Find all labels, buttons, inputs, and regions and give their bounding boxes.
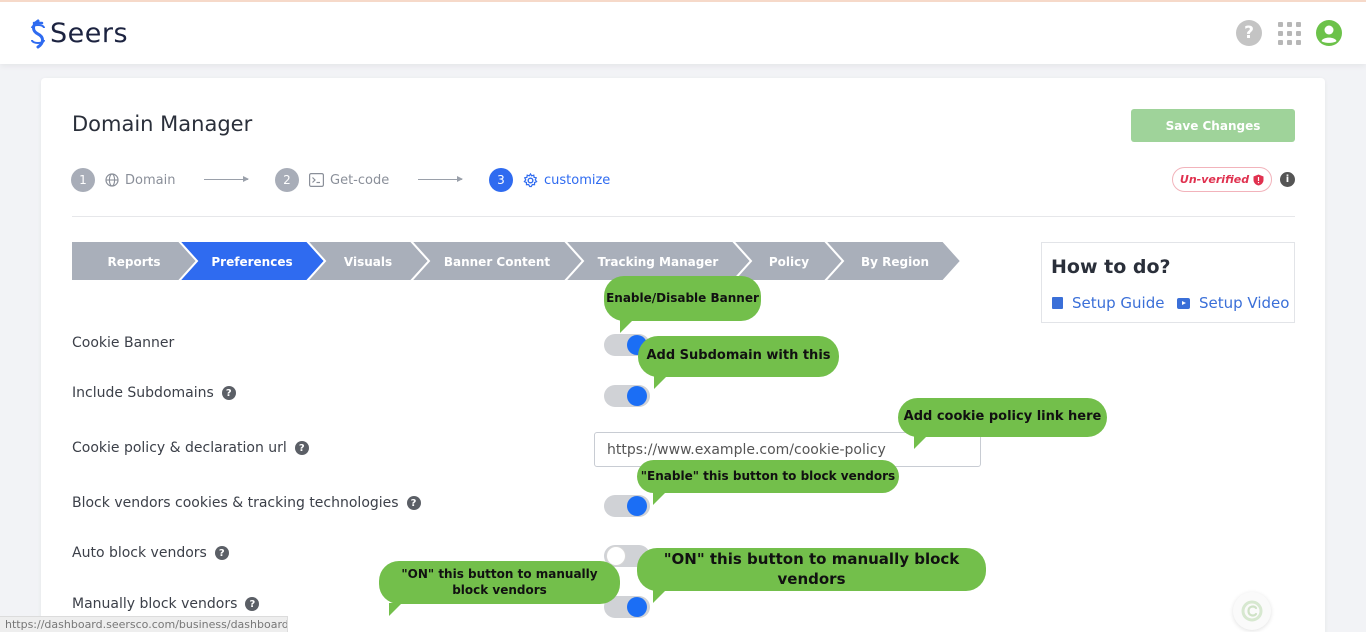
callout-manual-small: "ON" this button to manually block vendo… <box>379 561 620 616</box>
toggle-knob <box>627 386 647 406</box>
tab-tracking-manager[interactable]: Tracking Manager <box>563 241 753 281</box>
cookie-policy-label: Cookie policy & declaration url <box>72 440 287 456</box>
tab-banner-content[interactable]: Banner Content <box>409 241 585 281</box>
verification-status-badge[interactable]: Un-verified <box>1172 167 1272 192</box>
callout-subdomain: Add Subdomain with this <box>638 336 839 389</box>
question-icon[interactable]: ? <box>245 597 260 611</box>
setup-video-label: Setup Video <box>1199 294 1290 312</box>
callout-policy-link: Add cookie policy link here <box>898 398 1107 449</box>
tab-label: Preferences <box>211 255 292 269</box>
step-number: 2 <box>275 168 299 192</box>
callout-enable-block: "Enable" this button to block vendors <box>637 460 899 505</box>
seers-logo[interactable]: Seers <box>28 18 128 49</box>
save-changes-button[interactable]: Save Changes <box>1131 109 1295 142</box>
setup-guide-link[interactable]: Setup Guide <box>1052 294 1164 312</box>
manual-block-row: Manually block vendors ? <box>72 596 260 612</box>
consent-widget-icon[interactable] <box>1233 592 1271 630</box>
block-vendors-label: Block vendors cookies & tracking technol… <box>72 495 399 511</box>
setup-video-link[interactable]: Setup Video <box>1177 294 1289 312</box>
how-to-title: How to do? <box>1051 256 1171 278</box>
browser-status-url: https://dashboard.seersco.com/business/d… <box>0 616 288 632</box>
setup-guide-label: Setup Guide <box>1072 294 1165 312</box>
how-to-panel: How to do? Setup Guide Setup Video <box>1041 242 1295 323</box>
include-subdomains-label: Include Subdomains <box>72 385 214 401</box>
cookie-banner-label: Cookie Banner <box>72 335 175 351</box>
question-icon[interactable]: ? <box>406 496 421 510</box>
step-get-code[interactable]: 2 Get-code <box>275 168 389 192</box>
step-label: Domain <box>125 172 176 188</box>
tab-label: Banner Content <box>444 255 551 269</box>
step-customize[interactable]: 3 customize <box>489 168 610 192</box>
tab-visuals[interactable]: Visuals <box>305 241 431 281</box>
cookie-policy-row: Cookie policy & declaration url ? <box>72 440 309 456</box>
shield-alert-icon <box>1253 174 1264 185</box>
include-subdomains-toggle[interactable] <box>604 385 650 407</box>
apps-grid-icon[interactable] <box>1277 21 1301 45</box>
status-label: Un-verified <box>1179 173 1250 186</box>
user-icon[interactable] <box>1316 20 1342 46</box>
help-icon[interactable]: ? <box>1236 20 1262 46</box>
seers-logo-icon <box>31 19 45 48</box>
tab-label: Tracking Manager <box>598 255 719 269</box>
gear-icon <box>523 172 538 188</box>
question-icon[interactable]: ? <box>221 386 236 400</box>
question-icon[interactable]: ? <box>214 546 229 560</box>
step-label: customize <box>544 172 611 188</box>
step-label: Get-code <box>330 172 390 188</box>
logo-text: Seers <box>50 18 129 49</box>
tab-by-region[interactable]: By Region <box>823 241 963 281</box>
cookie-banner-row: Cookie Banner <box>72 335 174 351</box>
info-icon[interactable]: i <box>1280 172 1295 187</box>
tab-label: Policy <box>769 255 809 269</box>
globe-icon <box>105 173 119 187</box>
tab-label: Visuals <box>344 255 392 269</box>
manual-block-label: Manually block vendors <box>72 596 238 612</box>
top-bar: Seers ? <box>0 0 1366 64</box>
tab-label: Reports <box>107 255 160 269</box>
section-divider <box>72 216 1295 217</box>
step-arrow <box>418 176 463 182</box>
tab-reports[interactable]: Reports <box>71 241 199 281</box>
auto-block-row: Auto block vendors ? <box>72 545 229 561</box>
step-arrow <box>204 176 249 182</box>
tab-label: By Region <box>861 255 929 269</box>
page-title: Domain Manager <box>72 112 253 136</box>
terminal-icon <box>309 173 324 187</box>
step-number: 3 <box>489 168 513 192</box>
block-vendors-row: Block vendors cookies & tracking technol… <box>72 495 421 511</box>
callout-manual-large: "ON" this button to manually block vendo… <box>637 548 986 603</box>
callout-enable-banner: Enable/Disable Banner <box>604 276 761 333</box>
step-number: 1 <box>71 168 95 192</box>
step-domain[interactable]: 1 Domain <box>71 168 175 192</box>
question-icon[interactable]: ? <box>294 441 309 455</box>
tab-preferences[interactable]: Preferences <box>177 241 327 281</box>
include-subdomains-row: Include Subdomains ? <box>72 385 236 401</box>
toggle-knob <box>627 496 647 516</box>
book-icon <box>1052 297 1063 309</box>
settings-tab-bar: Reports Preferences Visuals Banner Conte… <box>71 241 963 281</box>
block-vendors-toggle[interactable] <box>604 495 650 517</box>
toggle-knob <box>627 597 647 617</box>
video-icon <box>1177 297 1190 309</box>
auto-block-label: Auto block vendors <box>72 545 207 561</box>
